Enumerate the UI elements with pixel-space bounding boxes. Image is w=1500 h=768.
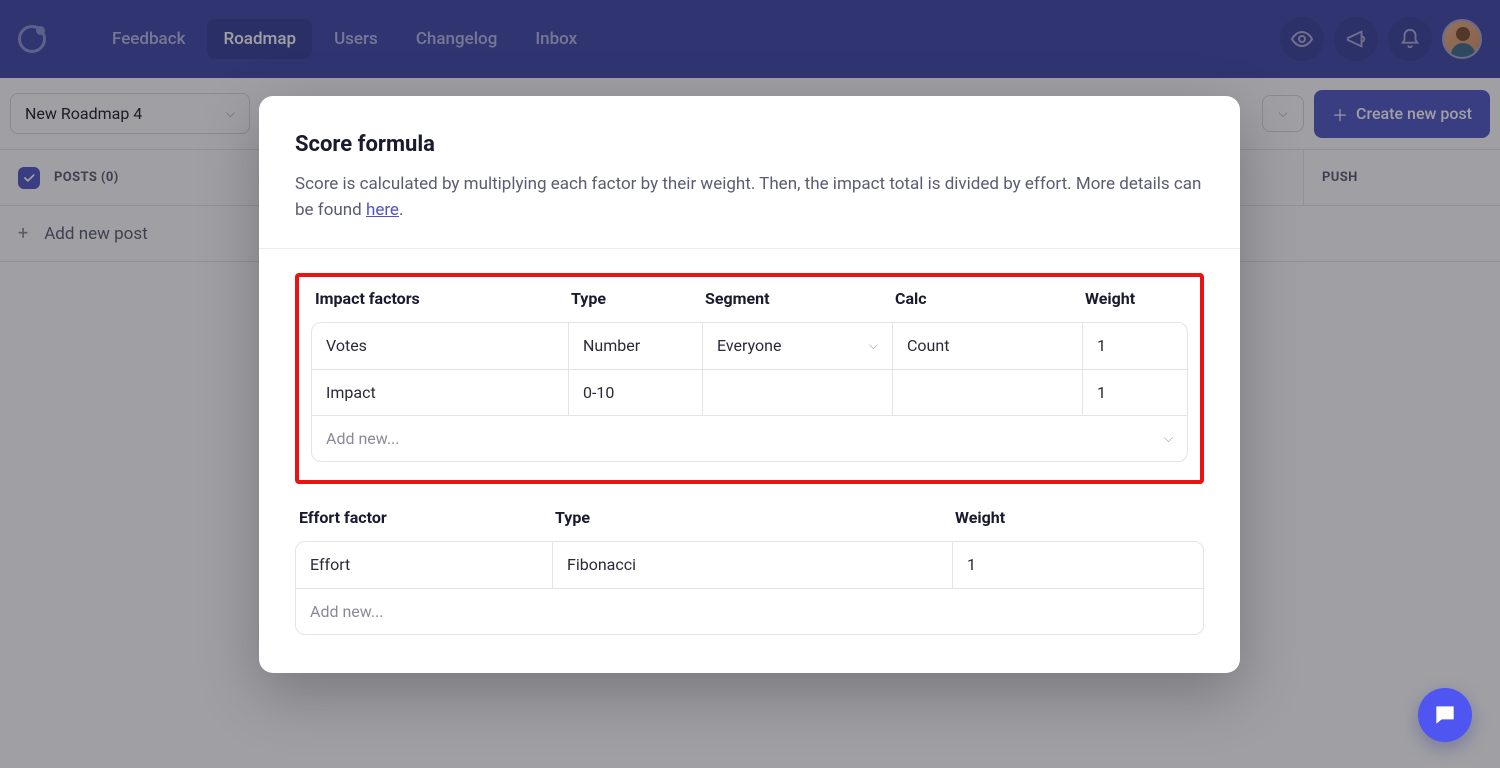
impact-segment-cell[interactable] <box>702 370 892 415</box>
impact-calc-cell[interactable] <box>892 370 1082 415</box>
chat-fab[interactable] <box>1418 688 1472 742</box>
effort-add-new-row[interactable]: Add new... <box>296 588 1203 634</box>
impact-name-cell[interactable]: Votes <box>312 323 568 369</box>
impact-header-calc: Calc <box>895 289 1085 308</box>
impact-table: Votes Number Everyone ⌵ Count 1 Impact 0… <box>311 322 1188 462</box>
impact-factors-highlight: Impact factors Type Segment Calc Weight … <box>295 273 1204 484</box>
impact-calc-cell[interactable]: Count <box>892 323 1082 369</box>
impact-type-cell[interactable]: Number <box>568 323 702 369</box>
effort-header-weight: Weight <box>955 508 1208 527</box>
impact-weight-cell[interactable]: 1 <box>1082 323 1188 369</box>
modal-title: Score formula <box>295 132 1204 157</box>
impact-header-row: Impact factors Type Segment Calc Weight <box>311 289 1188 322</box>
effort-header-factor: Effort factor <box>299 508 555 527</box>
effort-add-new-label: Add new... <box>296 590 397 633</box>
impact-header-weight: Weight <box>1085 289 1224 308</box>
effort-header-type: Type <box>555 508 955 527</box>
impact-header-factor: Impact factors <box>315 289 571 308</box>
impact-header-segment: Segment <box>705 289 895 308</box>
impact-row: Impact 0-10 1 <box>312 369 1187 415</box>
chevron-down-icon: ⌵ <box>1164 431 1173 446</box>
score-formula-modal: Score formula Score is calculated by mul… <box>259 96 1240 673</box>
effort-weight-cell[interactable]: 1 <box>952 542 1204 588</box>
modal-desc-suffix: . <box>399 200 403 220</box>
impact-header-type: Type <box>571 289 705 308</box>
impact-add-new-label: Add new... <box>312 417 413 460</box>
modal-here-link[interactable]: here <box>366 200 399 220</box>
effort-header-row: Effort factor Type Weight <box>295 508 1204 541</box>
effort-table: Effort Fibonacci 1 Add new... <box>295 541 1204 635</box>
impact-row: Votes Number Everyone ⌵ Count 1 <box>312 323 1187 369</box>
impact-weight-cell[interactable]: 1 <box>1082 370 1188 415</box>
divider <box>259 248 1240 249</box>
modal-desc-text: Score is calculated by multiplying each … <box>295 174 1201 220</box>
impact-name-cell[interactable]: Impact <box>312 370 568 415</box>
effort-name-cell[interactable]: Effort <box>296 542 552 588</box>
modal-description: Score is calculated by multiplying each … <box>295 171 1204 224</box>
impact-segment-value: Everyone <box>717 336 869 355</box>
impact-type-cell[interactable]: 0-10 <box>568 370 702 415</box>
impact-add-new-row[interactable]: Add new... ⌵ <box>312 415 1187 461</box>
effort-row: Effort Fibonacci 1 <box>296 542 1203 588</box>
chevron-down-icon: ⌵ <box>869 338 878 353</box>
impact-segment-cell[interactable]: Everyone ⌵ <box>702 323 892 369</box>
effort-type-cell[interactable]: Fibonacci <box>552 542 952 588</box>
